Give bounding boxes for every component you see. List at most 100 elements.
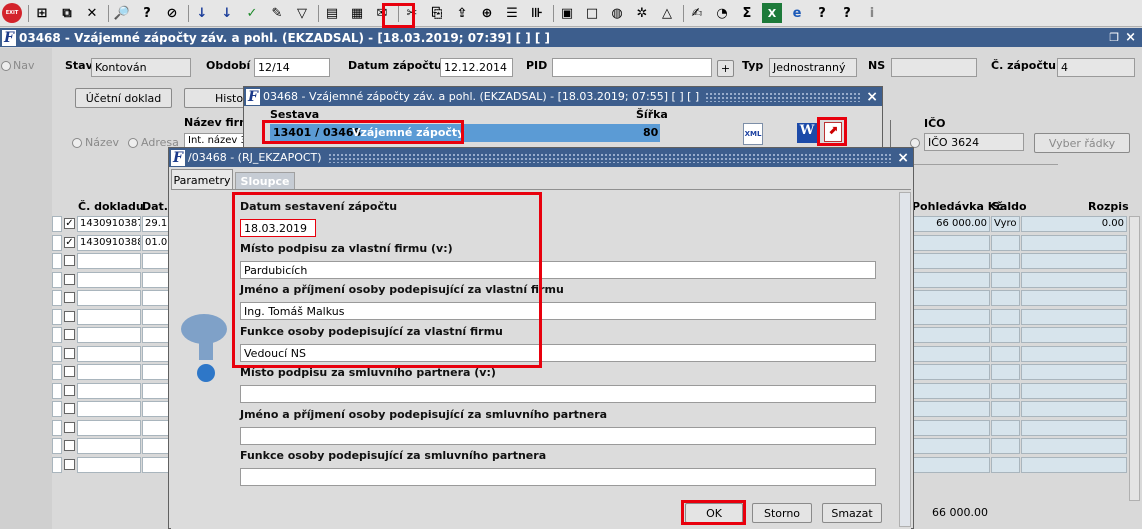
- row-indicator[interactable]: [52, 382, 62, 399]
- row-checkbox[interactable]: [64, 458, 75, 470]
- cell-saldo[interactable]: [991, 419, 1020, 436]
- cell-pohledavka[interactable]: [912, 234, 990, 251]
- storno-button[interactable]: Storno: [752, 503, 812, 523]
- param-input[interactable]: [240, 468, 876, 486]
- row-checkbox[interactable]: ✓: [64, 236, 75, 248]
- param-input[interactable]: Vedoucí NS: [240, 343, 876, 362]
- cell-rozpis[interactable]: [1021, 308, 1127, 325]
- smazat-button[interactable]: Smazat: [822, 503, 882, 523]
- cancel-query-icon[interactable]: ⊘: [162, 3, 182, 23]
- paste-icon[interactable]: ⎘: [427, 3, 447, 23]
- row-checkbox[interactable]: [64, 384, 75, 396]
- cell-rozpis[interactable]: [1021, 438, 1127, 454]
- delete-record-icon[interactable]: ✕: [82, 3, 102, 23]
- sum-icon[interactable]: Σ: [737, 3, 757, 23]
- stav-field[interactable]: Kontován: [91, 58, 191, 77]
- row-checkbox[interactable]: [64, 421, 75, 433]
- cell-saldo[interactable]: [991, 345, 1020, 362]
- browser-icon[interactable]: e: [787, 3, 807, 23]
- cell-saldo[interactable]: [991, 382, 1020, 399]
- report-close-icon[interactable]: ×: [866, 89, 878, 105]
- print-icon[interactable]: ▤: [322, 3, 342, 23]
- cell-rozpis[interactable]: [1021, 290, 1127, 306]
- param-input[interactable]: [240, 385, 876, 403]
- cell-saldo[interactable]: [991, 253, 1020, 269]
- row-indicator[interactable]: [52, 234, 62, 251]
- radio-nazev[interactable]: [72, 138, 82, 148]
- checkmark-icon[interactable]: ✓: [242, 3, 262, 23]
- form-icon[interactable]: ▣: [557, 3, 577, 23]
- param-input[interactable]: 18.03.2019: [240, 219, 316, 237]
- cell-doklad[interactable]: 1430910387: [77, 216, 141, 232]
- export-icon[interactable]: ⇪: [452, 3, 472, 23]
- xml-export-icon[interactable]: XML: [743, 123, 763, 145]
- close-window-icon[interactable]: ×: [1125, 30, 1136, 45]
- word-export-icon[interactable]: W: [797, 123, 817, 143]
- cell-pohledavka[interactable]: [912, 327, 990, 343]
- cell-saldo[interactable]: Vyro: [991, 216, 1020, 232]
- row-checkbox[interactable]: [64, 273, 75, 285]
- tree-icon[interactable]: ⊪: [527, 3, 547, 23]
- cell-doklad[interactable]: [77, 345, 141, 362]
- clock-icon[interactable]: ◔: [712, 3, 732, 23]
- pdf-export-icon[interactable]: ⬈: [824, 122, 842, 142]
- row-checkbox[interactable]: [64, 347, 75, 359]
- cell-doklad[interactable]: [77, 438, 141, 454]
- cell-doklad[interactable]: [77, 253, 141, 269]
- historie-button[interactable]: Histor: [184, 88, 246, 108]
- exit-icon[interactable]: EXIT: [2, 3, 22, 23]
- help-question-icon[interactable]: ?: [837, 3, 857, 23]
- pid-field[interactable]: [552, 58, 712, 77]
- sort-desc-icon[interactable]: ↓: [217, 3, 237, 23]
- blank-page-icon[interactable]: □: [582, 3, 602, 23]
- typ-field[interactable]: Jednostranný: [769, 58, 857, 77]
- row-indicator[interactable]: [52, 308, 62, 325]
- ns-field[interactable]: [891, 58, 977, 77]
- row-indicator[interactable]: [52, 253, 62, 269]
- cell-rozpis[interactable]: [1021, 271, 1127, 288]
- cell-doklad[interactable]: [77, 456, 141, 473]
- cell-saldo[interactable]: [991, 401, 1020, 417]
- sort-asc-icon[interactable]: ↓: [192, 3, 212, 23]
- pid-plus-button[interactable]: +: [717, 60, 734, 77]
- wheel-icon[interactable]: ✲: [632, 3, 652, 23]
- cell-doklad[interactable]: [77, 364, 141, 380]
- row-indicator[interactable]: [52, 401, 62, 417]
- datum-zapoctu-field[interactable]: 12.12.2014: [440, 58, 513, 77]
- row-checkbox[interactable]: [64, 255, 75, 266]
- obdobi-field[interactable]: 12/14: [254, 58, 330, 77]
- find-icon[interactable]: 🔎: [112, 3, 132, 23]
- ucetni-doklad-button[interactable]: Účetní doklad: [75, 88, 172, 108]
- zoom-icon[interactable]: ⊕: [477, 3, 497, 23]
- globe-icon[interactable]: ◍: [607, 3, 627, 23]
- params-scrollbar[interactable]: [899, 192, 911, 527]
- mail-icon[interactable]: ✉: [372, 3, 392, 23]
- nav-radio[interactable]: [1, 61, 11, 71]
- param-input[interactable]: Ing. Tomáš Malkus: [240, 302, 876, 320]
- cell-pohledavka[interactable]: [912, 438, 990, 454]
- row-checkbox[interactable]: [64, 403, 75, 414]
- tools-icon[interactable]: ✎: [267, 3, 287, 23]
- copy-record-icon[interactable]: ⧉: [57, 3, 77, 23]
- radio-adresa[interactable]: [128, 138, 138, 148]
- tab-sloupce[interactable]: Sloupce: [235, 172, 295, 189]
- filter-icon[interactable]: ▽: [292, 3, 312, 23]
- cell-saldo[interactable]: [991, 364, 1020, 380]
- cell-pohledavka[interactable]: [912, 253, 990, 269]
- cell-pohledavka[interactable]: [912, 290, 990, 306]
- table-scrollbar[interactable]: [1129, 216, 1140, 501]
- cell-pohledavka[interactable]: [912, 401, 990, 417]
- row-indicator[interactable]: [52, 345, 62, 362]
- row-indicator[interactable]: [52, 216, 62, 232]
- row-indicator[interactable]: [52, 271, 62, 288]
- cell-rozpis[interactable]: [1021, 401, 1127, 417]
- report-icon[interactable]: ▦: [347, 3, 367, 23]
- cell-saldo[interactable]: [991, 271, 1020, 288]
- cislo-zapoctu-field[interactable]: 4: [1057, 58, 1135, 77]
- cell-rozpis[interactable]: [1021, 327, 1127, 343]
- cell-doklad[interactable]: [77, 401, 141, 417]
- tab-parametry[interactable]: Parametry: [171, 169, 233, 189]
- cell-doklad[interactable]: [77, 290, 141, 306]
- cell-rozpis[interactable]: [1021, 419, 1127, 436]
- cell-rozpis[interactable]: [1021, 456, 1127, 473]
